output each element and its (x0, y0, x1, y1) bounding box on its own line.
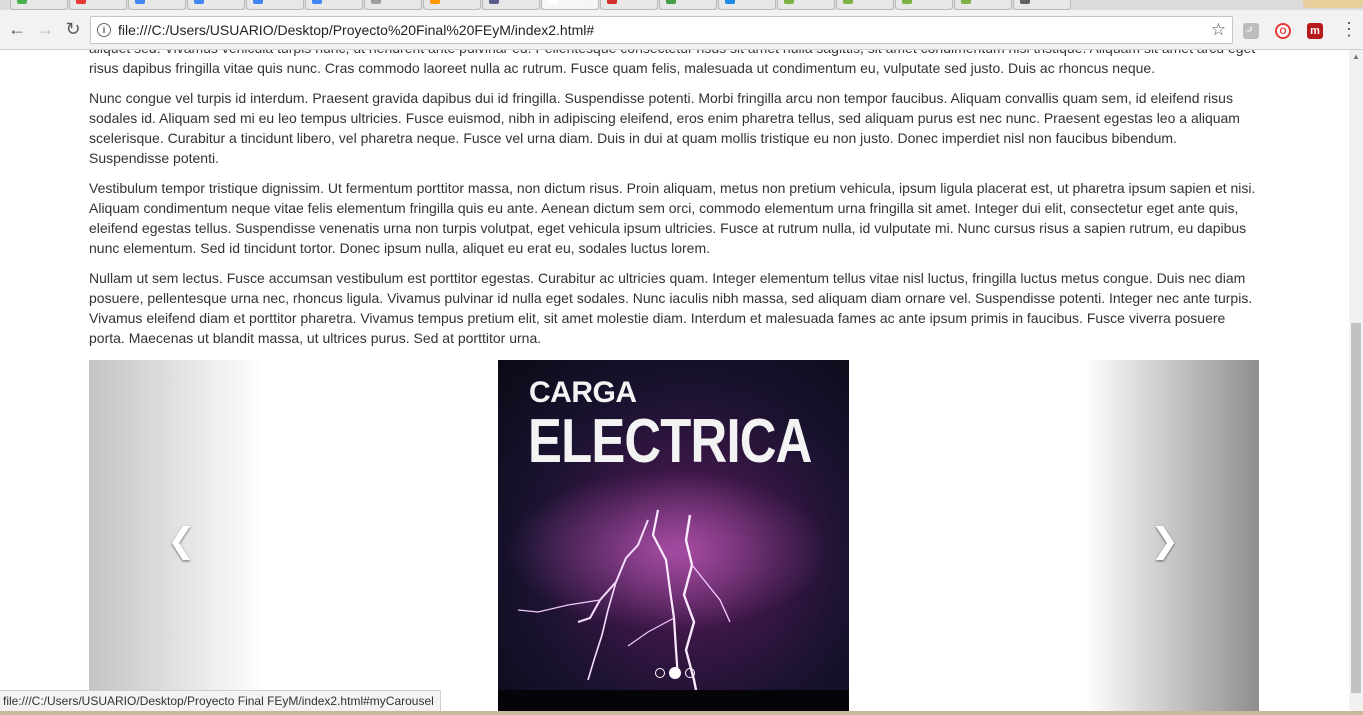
favicon-icon (607, 0, 617, 4)
favicon-icon (725, 0, 735, 4)
favicon-icon (1020, 0, 1030, 4)
carousel-slide: CARGA ELECTRICA (498, 360, 849, 711)
tab-close-icon[interactable]: ✕ (936, 0, 944, 4)
browser-tab[interactable]: ✕ (777, 0, 835, 10)
favicon-icon (843, 0, 853, 4)
pdf-extension-icon[interactable]: ⌏ (1243, 23, 1259, 39)
favicon-icon (312, 0, 322, 4)
favicon-icon (430, 0, 440, 4)
favicon-icon (784, 0, 794, 4)
browser-tab[interactable]: ✕ (10, 0, 68, 10)
tab-close-icon[interactable]: ✕ (464, 0, 472, 4)
chevron-right-icon: ❯ (1150, 521, 1180, 561)
tab-close-icon[interactable]: ✕ (169, 0, 177, 4)
back-button[interactable]: ← (6, 18, 28, 40)
browser-tab-active[interactable]: ✕ (541, 0, 599, 10)
tab-close-icon[interactable]: ✕ (759, 0, 767, 4)
tab-close-icon[interactable]: ✕ (641, 0, 649, 4)
scrollbar-thumb[interactable] (1351, 323, 1361, 693)
menu-icon[interactable]: ⋮ (1340, 20, 1358, 38)
reload-button[interactable]: ↻ (62, 18, 84, 40)
article-content: aliquet sed. Vivamus vehicula turpis nun… (89, 50, 1259, 358)
url-text[interactable]: file:///C:/Users/USUARIO/Desktop/Proyect… (118, 22, 594, 38)
tab-close-icon[interactable]: ✕ (995, 0, 1003, 4)
tab-close-icon[interactable]: ✕ (700, 0, 708, 4)
favicon-icon (17, 0, 27, 4)
favicon-icon (961, 0, 971, 4)
browser-tab[interactable]: ✕ (69, 0, 127, 10)
status-bar-url: file:///C:/Users/USUARIO/Desktop/Proyect… (0, 690, 441, 713)
tab-close-icon[interactable]: ✕ (1054, 0, 1062, 4)
tab-close-icon[interactable]: ✕ (877, 0, 885, 4)
browser-tab[interactable]: ✕ (659, 0, 717, 10)
carousel-indicator-1[interactable] (655, 667, 665, 678)
browser-tab[interactable]: ✕ (836, 0, 894, 10)
vertical-scrollbar[interactable]: ▲ (1349, 50, 1363, 715)
tab-close-icon[interactable]: ✕ (228, 0, 236, 4)
slide-title-small: CARGA (529, 376, 637, 409)
favicon-icon (666, 0, 676, 4)
paragraph: Vestibulum tempor tristique dignissim. U… (89, 180, 1256, 256)
browser-tab[interactable]: ✕ (895, 0, 953, 10)
favicon-icon (548, 0, 558, 4)
favicon-icon (253, 0, 263, 4)
tab-strip: ✕ ✕ ✕ ✕ ✕ ✕ ✕ ✕ ✕ ✕ ✕ ✕ ✕ ✕ ✕ ✕ ✕ ✕ (0, 0, 1363, 10)
carousel-prev-button[interactable]: ❮ (89, 360, 264, 715)
browser-tab[interactable]: ✕ (1013, 0, 1071, 10)
tab-close-icon[interactable]: ✕ (405, 0, 413, 4)
browser-tab[interactable]: ✕ (600, 0, 658, 10)
chevron-left-icon: ❮ (167, 521, 196, 561)
favicon-icon (489, 0, 499, 4)
mega-extension-icon[interactable]: m (1307, 23, 1323, 39)
slide-title-large: ELECTRICA (528, 407, 812, 476)
carousel-indicator-2[interactable] (669, 666, 681, 679)
favicon-icon (76, 0, 86, 4)
browser-tab[interactable]: ✕ (954, 0, 1012, 10)
browser-tab[interactable]: ✕ (246, 0, 304, 10)
paragraph: Nunc congue vel turpis id interdum. Prae… (89, 90, 1240, 166)
browser-tab[interactable]: ✕ (187, 0, 245, 10)
paragraph: Nullam ut sem lectus. Fusce accumsan ves… (89, 270, 1253, 346)
os-taskbar-edge (0, 711, 1363, 715)
favicon-icon (371, 0, 381, 4)
paragraph: aliquet sed. Vivamus vehicula turpis nun… (89, 50, 1255, 76)
image-carousel: CARGA ELECTRICA ❮ ❯ (89, 360, 1259, 715)
bookmark-star-icon[interactable]: ☆ (1211, 20, 1226, 40)
browser-tab[interactable]: ✕ (364, 0, 422, 10)
tab-close-icon[interactable]: ✕ (818, 0, 826, 4)
browser-tab[interactable]: ✕ (718, 0, 776, 10)
browser-toolbar: ← → ↻ i file:///C:/Users/USUARIO/Desktop… (0, 10, 1363, 50)
browser-tab[interactable]: ✕ (305, 0, 363, 10)
tab-close-icon[interactable]: ✕ (110, 0, 118, 4)
browser-tab[interactable]: ✕ (128, 0, 186, 10)
carousel-indicator-3[interactable] (685, 667, 695, 678)
address-bar[interactable]: i file:///C:/Users/USUARIO/Desktop/Proye… (90, 16, 1233, 44)
tab-close-icon[interactable]: ✕ (523, 0, 531, 4)
profile-button[interactable] (1303, 0, 1363, 8)
carousel-indicators (653, 664, 697, 679)
browser-tab[interactable]: ✕ (423, 0, 481, 10)
tab-close-icon[interactable]: ✕ (51, 0, 59, 4)
tab-close-icon[interactable]: ✕ (287, 0, 295, 4)
browser-tab[interactable]: ✕ (482, 0, 540, 10)
carousel-next-button[interactable]: ❯ (1084, 360, 1259, 715)
scroll-up-arrow-icon[interactable]: ▲ (1352, 52, 1360, 61)
favicon-icon (902, 0, 912, 4)
info-icon[interactable]: i (97, 23, 111, 37)
page-viewport: aliquet sed. Vivamus vehicula turpis nun… (0, 50, 1349, 715)
tab-close-icon[interactable]: ✕ (582, 0, 590, 4)
forward-button[interactable]: → (34, 18, 56, 40)
opera-extension-icon[interactable]: O (1275, 23, 1291, 39)
tab-close-icon[interactable]: ✕ (346, 0, 354, 4)
favicon-icon (194, 0, 204, 4)
favicon-icon (135, 0, 145, 4)
